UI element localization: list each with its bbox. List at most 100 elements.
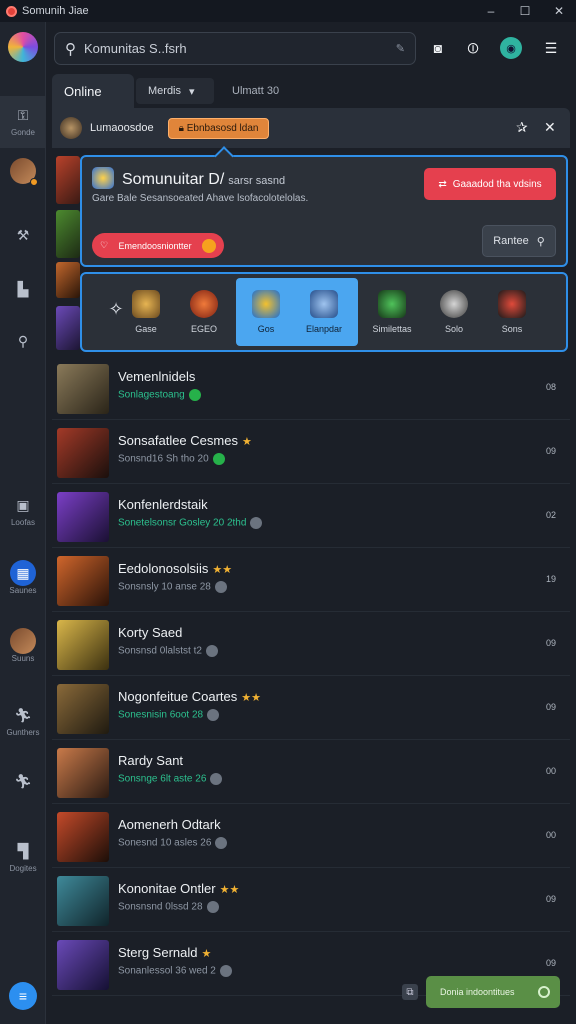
community-subtitle: Sonesnisin 6oot 28 <box>118 709 220 721</box>
community-subtitle: Sonsnsd 0lalstst t2 <box>118 645 218 657</box>
clear-icon[interactable]: ✎ <box>396 42 405 55</box>
rail-item-boot[interactable]: ▙ <box>0 276 46 302</box>
member-count: 09 <box>545 638 556 648</box>
timer-icon[interactable]: ⏼ <box>462 37 484 59</box>
category-item[interactable]: Sons <box>482 278 542 346</box>
left-rail: ⚿ Gonde ⚒ ▙ ⚲ ▣ Loofas ▦ Saunes Suuns 🏃︎… <box>0 22 46 1024</box>
tab-dropdown[interactable]: Merdis ▾ <box>136 78 214 104</box>
tab-label: Merdis <box>148 85 182 97</box>
member-count: 00 <box>545 830 556 840</box>
star-icon: ★★ <box>241 692 261 704</box>
community-subtitle-text: Sonanlessol 36 wed 2 <box>118 965 216 977</box>
join-button[interactable]: ⇄ Gaaadod tha vdsins <box>424 168 556 200</box>
category-icon <box>190 290 218 318</box>
maximize-button[interactable]: ☐ <box>508 0 542 22</box>
community-subtitle: Sonetelsonsr Gosley 20 2thd <box>118 517 263 529</box>
category-icon <box>251 290 280 318</box>
community-subtitle: Sonesnd 10 asles 26 <box>118 837 228 849</box>
top-bar: ⚲ ✎ ◙ ⏼ ◉ ☰ <box>46 22 576 72</box>
community-title: Korty Saed <box>118 625 186 640</box>
menu-fab-button[interactable]: ≡ <box>9 982 37 1010</box>
community-subtitle-text: Sonsnsd 0lalstst t2 <box>118 645 202 657</box>
member-count: 09 <box>545 446 556 456</box>
list-item[interactable]: Vemenlnidels Sonlagestoang 08 <box>52 356 570 420</box>
list-item[interactable]: Eedolonosolsiis ★★ Sonsnsly 10 anse 28 19 <box>52 548 570 612</box>
lock-icon: ⚿ <box>17 106 29 123</box>
image-icon[interactable]: ⧉ <box>402 984 418 1000</box>
window-titlebar: Somunih Jiae – ☐ ✕ <box>0 0 576 22</box>
star-icon[interactable]: ✰ <box>516 119 528 136</box>
category-item[interactable]: Solo <box>424 278 484 346</box>
profile-avatar-icon[interactable]: ◉ <box>500 37 522 59</box>
list-item[interactable]: Kononitae Ontler ★★ Sonsnsnd 0lssd 28 09 <box>52 868 570 932</box>
search-icon: ⚲ <box>65 40 76 58</box>
status-badge <box>212 453 225 465</box>
notify-pill-label: Emendoosniontter <box>118 240 192 251</box>
rail-item-profile[interactable] <box>0 158 46 186</box>
tab-online[interactable]: Online <box>52 74 134 108</box>
list-item[interactable]: Konfenlerdstaik Sonetelsonsr Gosley 20 2t… <box>52 484 570 548</box>
rail-item-home[interactable]: ⚿ Gonde <box>0 96 46 148</box>
status-pill-button[interactable]: 🔒︎ Ebnbasosd ldan <box>167 117 270 139</box>
community-thumbnail <box>57 492 109 542</box>
category-item[interactable]: Similettas <box>362 278 422 346</box>
status-badge <box>219 965 232 977</box>
pill-label: Ebnbasosd ldan <box>186 122 259 134</box>
join-button-label: Gaaadod tha vdsins <box>452 178 542 190</box>
popup-title-sub: sarsr sasnd <box>228 175 286 187</box>
list-item[interactable]: Rardy Sant Sonsnge 6lt aste 26 00 <box>52 740 570 804</box>
community-title: Eedolonosolsiis ★★ <box>118 561 232 576</box>
list-item[interactable]: Korty Saed Sonsnsd 0lalstst t2 09 <box>52 612 570 676</box>
rail-item-user[interactable]: Suuns <box>0 628 46 663</box>
community-subtitle-text: Sonsnsly 10 anse 28 <box>118 581 211 593</box>
community-title: Konfenlerdstaik <box>118 497 212 512</box>
community-thumbnail <box>57 620 109 670</box>
status-badge <box>207 709 220 721</box>
list-item[interactable]: Nogonfeitue Coartes ★★ Sonesnisin 6oot 28 0… <box>52 676 570 740</box>
minimize-button[interactable]: – <box>474 0 508 22</box>
notification-icon[interactable]: ◙ <box>427 37 449 59</box>
community-subtitle-text: Sonsnd16 Sh tho 20 <box>118 453 209 465</box>
tab-label: Ulmatt 30 <box>232 85 280 97</box>
tab-third[interactable]: Ulmatt 30 <box>220 74 291 108</box>
search-input[interactable] <box>84 41 396 56</box>
rail-item-grid[interactable]: ▦ Saunes <box>0 560 46 595</box>
star-icon: ★★ <box>219 884 240 896</box>
community-title: Sonsafatlee Cesmes ★ <box>118 433 252 448</box>
chevron-down-icon: ▾ <box>189 85 195 98</box>
community-subtitle-text: Sonesnd 10 asles 26 <box>118 837 212 849</box>
box-icon: ▣ <box>16 496 30 513</box>
rail-item-runner-2[interactable]: 🏃︎ <box>0 768 46 794</box>
list-item[interactable]: Aomenerh Odtark Sonesnd 10 asles 26 00 <box>52 804 570 868</box>
search-box[interactable]: ⚲ ✎ <box>54 32 416 65</box>
rail-item-hammer[interactable]: ⚒ <box>0 222 46 248</box>
menu-icon[interactable]: ☰ <box>540 37 562 59</box>
category-item[interactable]: EGEO <box>174 278 234 346</box>
close-button[interactable]: ✕ <box>542 0 576 22</box>
status-toast[interactable]: Donia indoontitues <box>426 976 560 1008</box>
community-title-text: Vemenlnidels <box>118 369 196 384</box>
check-icon <box>202 238 216 253</box>
rail-item-dog[interactable]: ▜ Dogites <box>0 838 46 874</box>
dog-icon: ▜ <box>17 842 29 859</box>
rate-button[interactable]: Rantee ⚲ <box>482 225 556 257</box>
category-item[interactable]: Gase <box>116 278 176 346</box>
pin-icon: ⚲ <box>17 332 29 349</box>
list-item[interactable]: Sonsafatlee Cesmes ★ Sonsnd16 Sh tho 20 09 <box>52 420 570 484</box>
rail-item-pin[interactable]: ⚲ <box>0 328 46 354</box>
community-thumbnail <box>57 748 109 798</box>
rail-item-runner[interactable]: 🏃︎ Gunthers <box>0 702 46 738</box>
notify-pill-button[interactable]: ♡ Emendoosniontter <box>92 233 224 258</box>
category-icon <box>440 290 468 318</box>
community-title-text: Rardy Sant <box>118 753 184 768</box>
tab-bar: Online Merdis ▾ Ulmatt 30 <box>52 74 570 108</box>
member-count: 09 <box>545 894 556 904</box>
grid-icon: ▦ <box>10 560 36 586</box>
community-title-text: Konfenlerdstaik <box>118 497 208 512</box>
info-bar: Lumaoosdoe 🔒︎ Ebnbasosd ldan ✰ ✕ <box>52 108 570 148</box>
app-logo[interactable] <box>8 32 38 62</box>
close-icon[interactable]: ✕ <box>544 119 556 136</box>
member-count: 00 <box>545 766 556 776</box>
rail-item-box[interactable]: ▣ Loofas <box>0 492 46 528</box>
category-item-selected[interactable]: Gos Elanpdar <box>236 278 358 346</box>
